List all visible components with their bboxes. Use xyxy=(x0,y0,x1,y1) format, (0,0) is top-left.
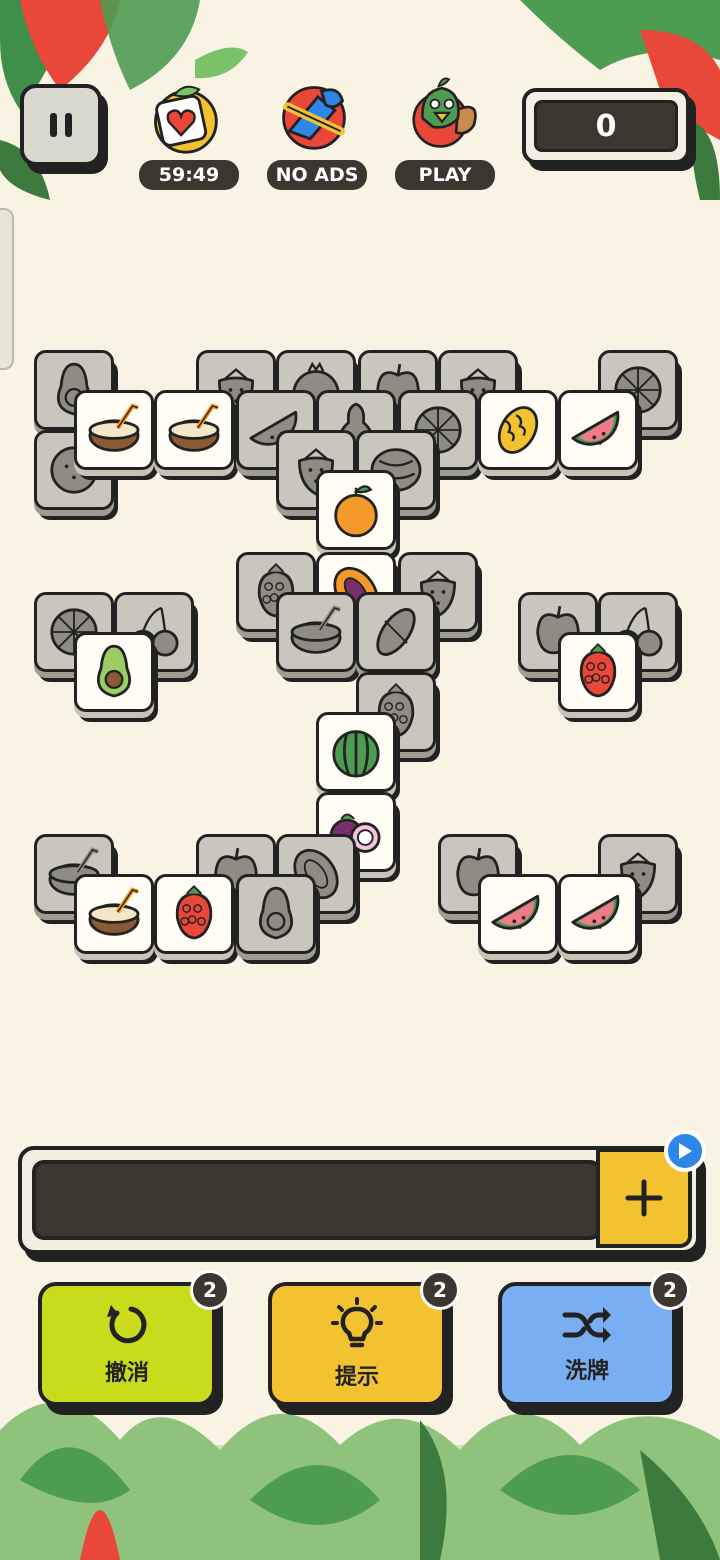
tile-coconut xyxy=(276,592,356,672)
tile-watermelon[interactable] xyxy=(558,874,638,954)
tangerine-icon xyxy=(334,485,378,538)
tile-raspberry[interactable] xyxy=(154,874,234,954)
undo-button[interactable]: 撤消 xyxy=(38,1282,216,1406)
shuffle-label: 洗牌 xyxy=(564,1359,609,1384)
video-ad-icon[interactable] xyxy=(664,1130,706,1172)
avocado-icon xyxy=(259,886,293,940)
tile-avocado[interactable] xyxy=(74,632,154,712)
coconut-icon xyxy=(88,403,140,452)
shuffle-count-badge: 2 xyxy=(650,1270,690,1310)
shuffle-icon xyxy=(562,1307,611,1343)
tile-tangerine[interactable] xyxy=(316,470,396,550)
watermelon-icon xyxy=(571,410,620,446)
tray-slots xyxy=(32,1160,602,1240)
tile-coconut[interactable] xyxy=(74,390,154,470)
tile-melon[interactable] xyxy=(478,390,558,470)
melon-icon xyxy=(497,406,539,454)
tile-cacao xyxy=(356,592,436,672)
tile-avocado xyxy=(236,874,316,954)
green-melon-icon xyxy=(332,730,380,778)
tile-raspberry[interactable] xyxy=(558,632,638,712)
lightbulb-icon xyxy=(331,1297,383,1348)
tile-watermelon[interactable] xyxy=(478,874,558,954)
shuffle-button[interactable]: 洗牌 xyxy=(498,1282,676,1406)
tile-board xyxy=(0,0,720,1100)
hint-count-badge: 2 xyxy=(420,1270,460,1310)
coconut-icon xyxy=(290,605,342,654)
tile-coconut[interactable] xyxy=(74,874,154,954)
coconut-icon xyxy=(168,403,220,452)
hint-button[interactable]: 提示 xyxy=(268,1282,446,1406)
avocado-icon xyxy=(97,644,131,698)
tile-coconut[interactable] xyxy=(154,390,234,470)
undo-label: 撤消 xyxy=(104,1361,149,1386)
cacao-icon xyxy=(376,608,416,656)
watermelon-icon xyxy=(491,894,540,930)
watermelon-icon xyxy=(571,894,620,930)
plus-icon xyxy=(625,1179,663,1217)
raspberry-icon xyxy=(579,642,617,698)
undo-count-badge: 2 xyxy=(190,1270,230,1310)
raspberry-icon xyxy=(175,884,213,940)
undo-icon xyxy=(107,1305,147,1344)
coconut-icon xyxy=(88,887,140,936)
tile-green-melon[interactable] xyxy=(316,712,396,792)
hint-label: 提示 xyxy=(334,1365,379,1390)
tile-watermelon[interactable] xyxy=(558,390,638,470)
